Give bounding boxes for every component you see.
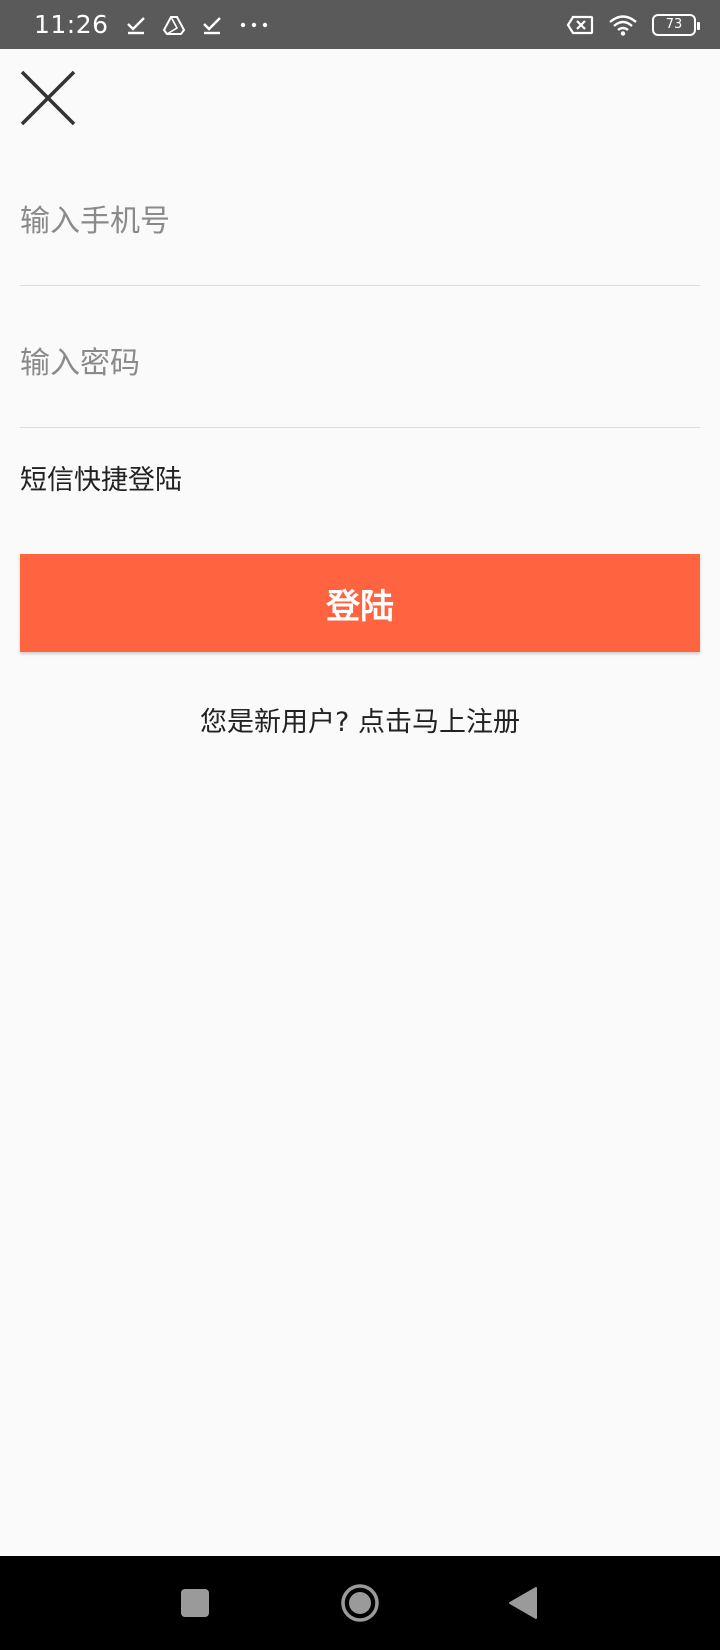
back-icon (509, 1587, 537, 1619)
check-icon (201, 14, 223, 36)
navigation-bar (0, 1556, 720, 1650)
recents-button[interactable] (180, 1588, 210, 1618)
back-button[interactable] (508, 1586, 538, 1620)
home-button[interactable] (340, 1583, 380, 1623)
drive-icon (162, 14, 185, 36)
close-icon (20, 70, 76, 126)
status-left-group: 11:26 (34, 10, 269, 39)
check-icon (125, 14, 147, 36)
password-input[interactable] (20, 346, 700, 381)
more-dots-icon (239, 14, 269, 36)
status-time: 11:26 (34, 10, 109, 39)
wifi-icon (608, 14, 638, 36)
no-sim-icon (566, 14, 594, 36)
phone-field (20, 166, 700, 286)
phone-input[interactable] (20, 204, 700, 239)
login-button[interactable]: 登陆 (20, 554, 700, 652)
sms-login-link[interactable]: 短信快捷登陆 (20, 458, 182, 497)
recents-icon (181, 1589, 209, 1617)
register-link[interactable]: 您是新用户? 点击马上注册 (0, 700, 720, 739)
battery-icon: 73 (652, 13, 700, 36)
status-right-group: 73 (566, 13, 700, 36)
battery-level: 73 (665, 17, 683, 32)
home-icon (341, 1584, 379, 1622)
password-field (20, 308, 700, 428)
status-bar: 11:26 73 (0, 0, 720, 49)
close-button[interactable] (18, 68, 78, 128)
